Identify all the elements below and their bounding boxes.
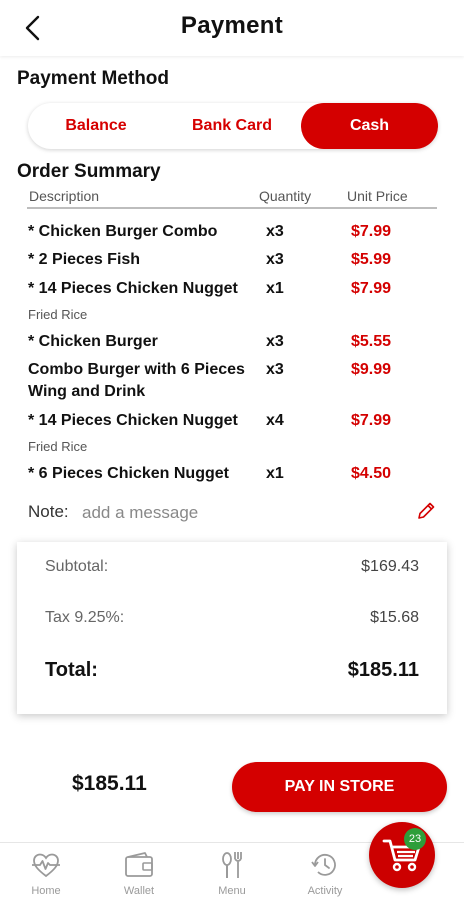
item-option: Fried Rice <box>28 439 88 454</box>
tab-activity-label: Activity <box>307 885 343 897</box>
tax-value: $15.68 <box>370 609 419 626</box>
item-quantity: x4 <box>266 412 284 429</box>
item-quantity: x3 <box>266 333 284 350</box>
item-quantity: x3 <box>266 223 284 240</box>
item-price: $7.99 <box>351 223 392 240</box>
order-summary-title: Order Summary <box>17 161 161 182</box>
tab-wallet[interactable]: Wallet <box>99 843 179 900</box>
tax-label: Tax 9.25%: <box>45 609 125 626</box>
tab-activity[interactable]: Activity <box>285 843 365 900</box>
item-name: * 6 Pieces Chicken Nugget <box>28 465 229 482</box>
pencil-icon <box>418 502 435 519</box>
payment-method-selector: Balance Bank Card Cash <box>28 103 438 149</box>
item-price: $9.99 <box>351 361 392 378</box>
item-name: * 14 Pieces Chicken Nugget <box>28 412 238 429</box>
item-name: * 2 Pieces Fish <box>28 251 141 268</box>
tab-menu[interactable]: Menu <box>192 843 272 900</box>
note-label: Note: <box>28 502 69 521</box>
item-name: Combo Burger with 6 Pieces Wing and Drin… <box>28 361 245 400</box>
column-header-quantity: Quantity <box>259 188 312 204</box>
page-title: Payment <box>180 12 284 39</box>
item-quantity: x3 <box>266 251 284 268</box>
edit-note-button[interactable] <box>415 500 437 522</box>
item-price: $7.99 <box>351 280 392 297</box>
tab-wallet-label: Wallet <box>123 885 155 897</box>
item-option: Fried Rice <box>28 307 88 322</box>
pay-in-store-button[interactable]: PAY IN STORE <box>232 762 447 812</box>
tab-home-label: Home <box>31 885 61 897</box>
tab-menu-label: Menu <box>218 885 246 897</box>
balance-option[interactable]: Balance <box>28 103 164 149</box>
fork-knife-icon <box>222 852 242 878</box>
note-input[interactable] <box>82 502 382 524</box>
subtotal-value: $169.43 <box>361 558 419 575</box>
total-label: Total: <box>45 659 98 681</box>
app-header: Payment <box>0 0 464 56</box>
item-price: $5.99 <box>351 251 392 268</box>
cart-count-badge: 23 <box>404 828 426 850</box>
wallet-icon <box>125 852 153 877</box>
total-value: $185.11 <box>347 659 419 681</box>
cash-option[interactable]: Cash <box>301 103 438 149</box>
item-quantity: x3 <box>266 361 284 378</box>
payment-method-title: Payment Method <box>17 68 170 89</box>
tab-home[interactable]: Home <box>6 843 86 900</box>
footer-total: $185.11 <box>72 772 147 795</box>
item-price: $4.50 <box>351 465 392 482</box>
subtotal-label: Subtotal: <box>45 558 109 575</box>
note-row: Note: <box>28 500 438 526</box>
item-quantity: x1 <box>266 465 284 482</box>
item-name: * Chicken Burger <box>28 333 158 350</box>
column-header-description: Description <box>29 188 100 204</box>
order-items-list[interactable]: * Chicken Burger Combo x3 $7.99 * 2 Piec… <box>28 212 438 496</box>
item-name: * 14 Pieces Chicken Nugget <box>28 280 238 297</box>
item-quantity: x1 <box>266 280 284 297</box>
item-price: $5.55 <box>351 333 392 350</box>
bank-card-option[interactable]: Bank Card <box>164 103 300 149</box>
divider <box>27 207 437 209</box>
column-header-unit-price: Unit Price <box>347 188 408 204</box>
item-price: $7.99 <box>351 412 392 429</box>
price-summary-card: Subtotal: $169.43 Tax 9.25%: $15.68 Tota… <box>17 542 447 714</box>
heart-pulse-icon <box>32 853 60 878</box>
item-name: * Chicken Burger Combo <box>28 223 218 240</box>
history-icon <box>311 853 336 876</box>
cart-button[interactable] <box>369 822 435 888</box>
